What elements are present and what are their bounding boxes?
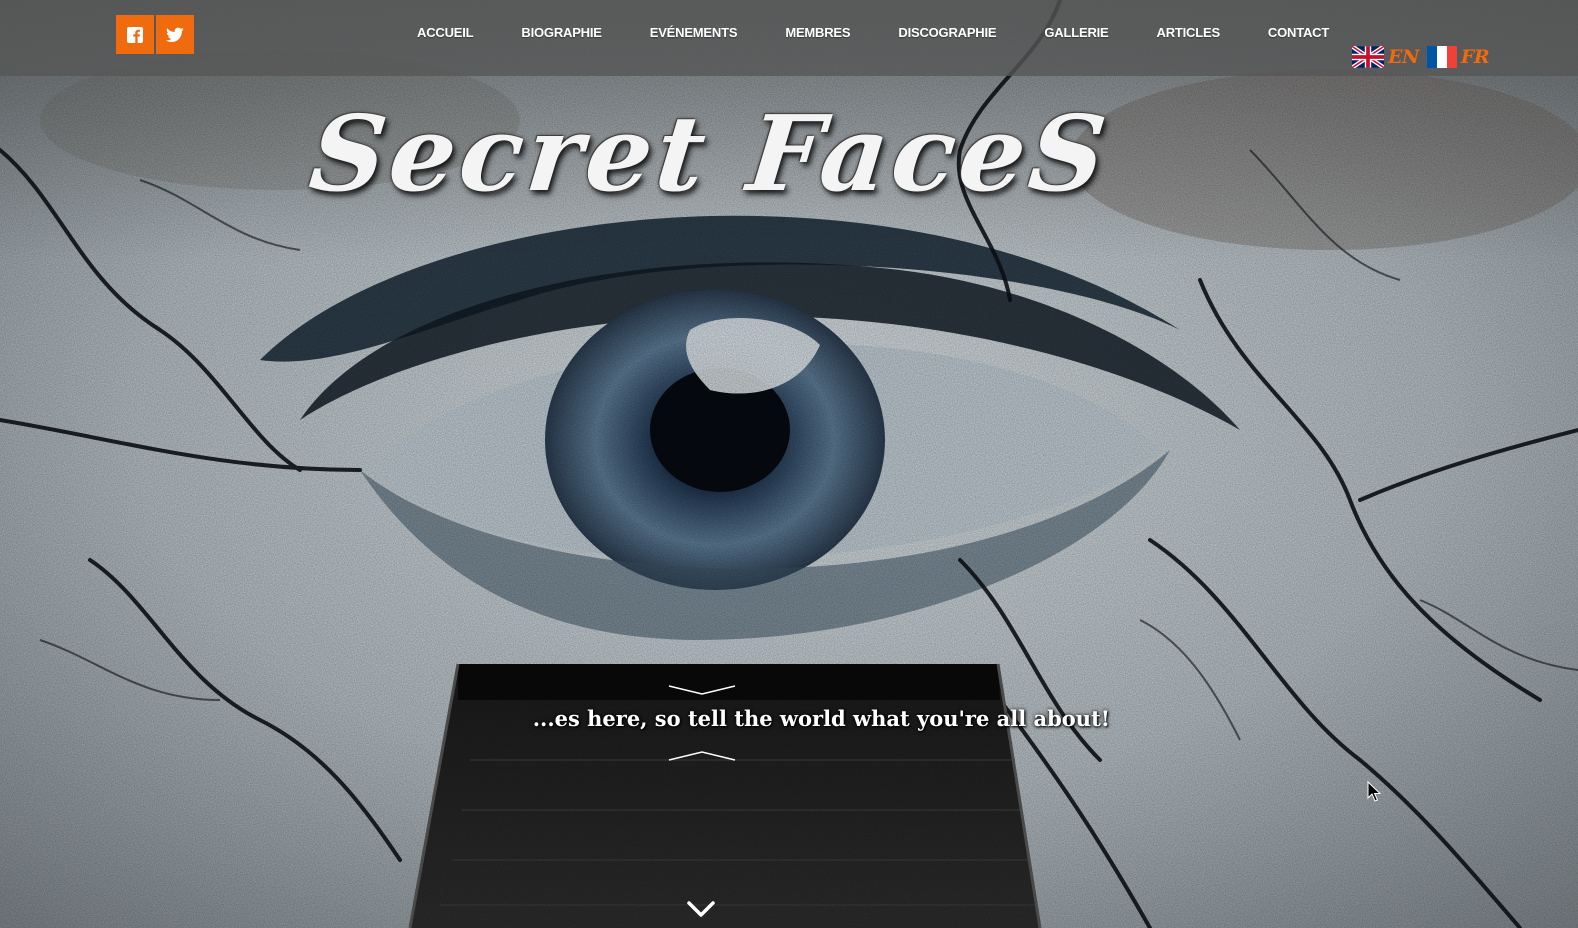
- facebook-button[interactable]: [116, 15, 154, 54]
- page: ACCUEIL BIOGRAPHIE EVÉNEMENTS MEMBRES DI…: [0, 0, 1578, 928]
- hero-tagline-block: ...es here, so tell the world what you'r…: [440, 684, 1140, 764]
- nav-item-articles[interactable]: ARTICLES: [1157, 25, 1221, 40]
- nav-item-discographie[interactable]: DISCOGRAPHIE: [898, 25, 996, 40]
- mouse-cursor-icon: [1367, 781, 1381, 802]
- hero-tagline: ...es here, so tell the world what you'r…: [532, 706, 1110, 731]
- nav-item-gallerie[interactable]: GALLERIE: [1044, 25, 1108, 40]
- nav-item-accueil[interactable]: ACCUEIL: [417, 25, 474, 40]
- top-navigation-bar: ACCUEIL BIOGRAPHIE EVÉNEMENTS MEMBRES DI…: [0, 0, 1578, 76]
- twitter-button[interactable]: [156, 15, 194, 54]
- facebook-icon: [127, 26, 143, 43]
- divider-chevron-down-icon: [668, 685, 736, 695]
- band-logo: Secret FaceS: [304, 91, 1116, 215]
- divider-chevron-up-icon: [668, 751, 736, 761]
- language-switcher: EN FR: [1352, 46, 1497, 68]
- uk-flag-icon: [1352, 46, 1384, 68]
- twitter-icon: [166, 27, 184, 42]
- language-fr-label: FR: [1460, 46, 1490, 68]
- scroll-down-chevron-icon[interactable]: [686, 898, 716, 920]
- nav-item-contact[interactable]: CONTACT: [1268, 25, 1329, 40]
- main-navigation: ACCUEIL BIOGRAPHIE EVÉNEMENTS MEMBRES DI…: [417, 25, 1329, 40]
- nav-item-evenements[interactable]: EVÉNEMENTS: [650, 25, 738, 40]
- language-fr-link[interactable]: FR: [1426, 46, 1490, 68]
- language-en-label: EN: [1388, 46, 1419, 68]
- social-links: [116, 15, 194, 54]
- nav-item-membres[interactable]: MEMBRES: [785, 25, 850, 40]
- france-flag-icon: [1426, 46, 1457, 68]
- nav-item-biographie[interactable]: BIOGRAPHIE: [521, 25, 602, 40]
- language-en-link[interactable]: EN: [1352, 46, 1419, 68]
